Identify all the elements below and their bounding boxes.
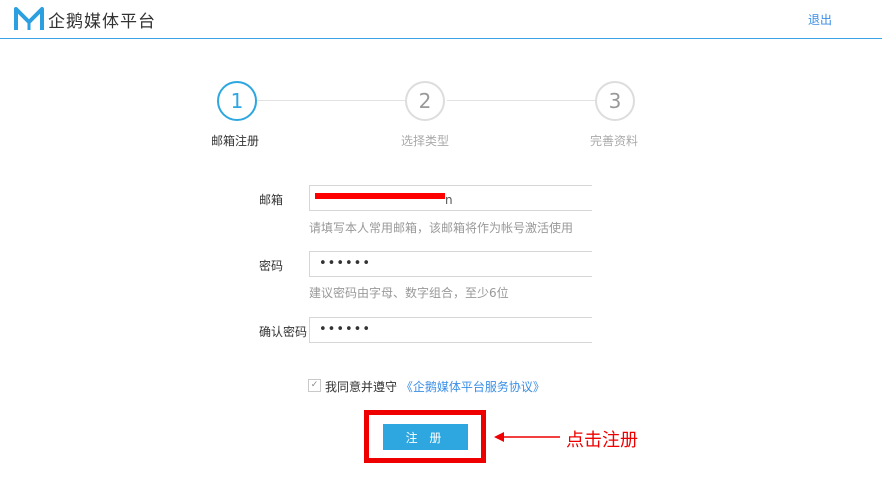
confirm-password-field[interactable]: ••••••: [309, 317, 592, 343]
step-3-label: 完善资料: [589, 134, 638, 148]
email-value-tail: n: [445, 193, 453, 207]
password-field[interactable]: ••••••: [309, 251, 592, 277]
agree-text: 我同意并遵守 《企鹅媒体平台服务协议》: [325, 378, 545, 395]
logout-link[interactable]: 退出: [808, 11, 832, 28]
agree-prefix: 我同意并遵守: [325, 380, 398, 394]
step-connector-1: [257, 100, 405, 101]
step-1-label: 邮箱注册: [210, 134, 259, 148]
penguin-media-logo-icon: [14, 7, 44, 30]
step-1-circle: 1: [217, 81, 257, 121]
password-hint: 建议密码由字母、数字组合，至少6位: [309, 286, 509, 300]
service-agreement-link[interactable]: 《企鹅媒体平台服务协议》: [401, 380, 545, 394]
step-2-circle: 2: [405, 81, 445, 121]
brand-name: 企鹅媒体平台: [48, 12, 156, 32]
left-arrow-icon: [494, 432, 560, 442]
annotation-text: 点击注册: [566, 430, 638, 451]
confirm-password-label: 确认密码: [259, 325, 308, 339]
step-2-label: 选择类型: [400, 134, 449, 148]
step-connector-2: [447, 100, 595, 101]
password-label: 密码: [259, 259, 284, 273]
email-hint: 请填写本人常用邮箱，该邮箱将作为帐号激活使用: [309, 221, 574, 235]
register-button[interactable]: 注 册: [383, 424, 468, 450]
top-header: 企鹅媒体平台 退出: [0, 0, 882, 39]
email-label: 邮箱: [259, 193, 284, 207]
agree-checkbox[interactable]: ✓: [308, 379, 321, 392]
step-3-circle: 3: [595, 81, 635, 121]
redaction-bar: [315, 193, 445, 199]
